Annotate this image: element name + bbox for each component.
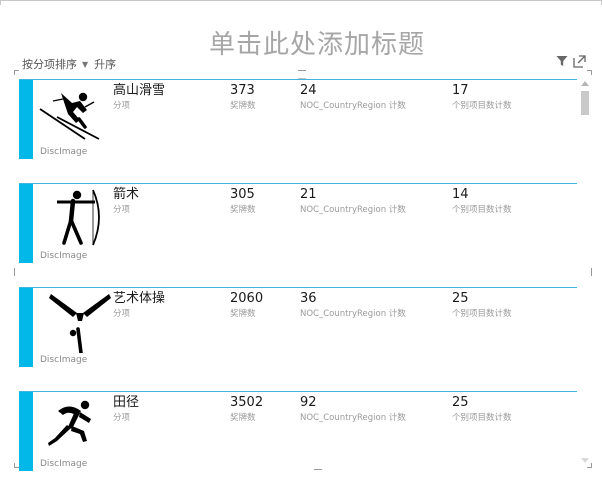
discipline-value: 田径 [113, 395, 140, 410]
disc-image-label: DiscImage [40, 459, 88, 469]
athletics-icon [48, 400, 91, 446]
scroll-up-arrow-icon[interactable] [581, 81, 589, 86]
noc-count-field: 92 NOC_CountryRegion 计数 [300, 395, 406, 424]
noc-count-field: 24 NOC_CountryRegion 计数 [300, 83, 406, 112]
events-value: 14 [452, 187, 469, 202]
noc-count-value: 21 [300, 187, 317, 202]
discipline-field: 箭术 分项 [113, 187, 139, 216]
events-label: 个别项目数计数 [452, 309, 512, 319]
scroll-thumb[interactable] [581, 91, 589, 115]
medals-value: 2060 [230, 291, 264, 306]
resize-handle-top[interactable] [298, 70, 306, 71]
card-row[interactable]: DiscImage 艺术体操 分项 2060 奖牌数 36 NOC_Countr… [19, 287, 577, 367]
medals-label: 奖牌数 [230, 413, 256, 423]
events-field: 25 个别项目数计数 [452, 395, 512, 424]
events-field: 25 个别项目数计数 [452, 291, 512, 320]
events-value: 25 [452, 395, 469, 410]
noc-count-value: 24 [300, 83, 317, 98]
discipline-label: 分项 [113, 309, 131, 319]
card-accent-bar [19, 288, 33, 367]
window-top-border [0, 0, 602, 5]
discipline-value: 箭术 [113, 187, 140, 202]
medals-field: 305 奖牌数 [230, 187, 256, 216]
noc-count-label: NOC_CountryRegion 计数 [300, 309, 406, 319]
resize-handle-left[interactable] [14, 268, 15, 276]
discipline-label: 分项 [113, 413, 131, 423]
events-field: 17 个别项目数计数 [452, 83, 512, 112]
noc-count-label: NOC_CountryRegion 计数 [300, 101, 406, 111]
disc-image-label: DiscImage [40, 355, 88, 365]
disc-image-label: DiscImage [40, 147, 88, 157]
discipline-field: 田径 分项 [113, 395, 139, 424]
sort-order-label[interactable]: 升序 [94, 56, 116, 72]
card-divider [19, 287, 577, 288]
card-row[interactable]: DiscImage 田径 分项 3502 奖牌数 92 NOC_CountryR… [19, 391, 577, 471]
medals-label: 奖牌数 [230, 205, 256, 215]
noc-count-label: NOC_CountryRegion 计数 [300, 413, 406, 423]
medals-label: 奖牌数 [230, 309, 256, 319]
medals-field: 3502 奖牌数 [230, 395, 263, 424]
medals-value: 305 [230, 187, 255, 202]
medals-field: 373 奖牌数 [230, 83, 256, 112]
vertical-scrollbar[interactable] [580, 78, 590, 466]
card-row[interactable]: DiscImage 箭术 分项 305 奖牌数 21 NOC_CountryRe… [19, 183, 577, 263]
filter-icon[interactable] [556, 55, 568, 67]
medals-label: 奖牌数 [230, 101, 256, 111]
noc-count-label: NOC_CountryRegion 计数 [300, 205, 406, 215]
scroll-down-arrow-icon[interactable] [581, 458, 589, 463]
card-row[interactable]: DiscImage 高山滑雪 分项 373 奖牌数 24 NOC_Country… [19, 79, 577, 159]
archery-icon [57, 189, 100, 246]
alpine-skiing-icon [39, 92, 100, 140]
disc-image-label: DiscImage [40, 251, 88, 261]
card-accent-bar [19, 184, 33, 263]
discipline-value: 艺术体操 [113, 291, 166, 306]
medals-field: 2060 奖牌数 [230, 291, 263, 320]
discipline-field: 高山滑雪 分项 [113, 83, 165, 112]
noc-count-value: 92 [300, 395, 317, 410]
artistic-gymnastics-icon [49, 294, 111, 353]
sort-control[interactable]: 按分项排序 ▼ 升序 [22, 56, 116, 72]
events-field: 14 个别项目数计数 [452, 187, 512, 216]
medals-value: 3502 [230, 395, 264, 410]
discipline-value: 高山滑雪 [113, 83, 166, 98]
card-accent-bar [19, 392, 33, 471]
resize-handle-top-right[interactable] [587, 70, 592, 75]
card-accent-bar [19, 80, 33, 159]
card-divider [19, 79, 577, 80]
resize-handle-top-left[interactable] [14, 70, 19, 75]
resize-handle-right[interactable] [591, 268, 592, 276]
discipline-field: 艺术体操 分项 [113, 291, 165, 320]
discipline-label: 分项 [113, 205, 131, 215]
noc-count-value: 36 [300, 291, 317, 306]
events-value: 25 [452, 291, 469, 306]
discipline-label: 分项 [113, 101, 131, 111]
sort-field-label[interactable]: 按分项排序 [22, 56, 77, 72]
focus-mode-icon[interactable] [573, 55, 586, 68]
events-label: 个别项目数计数 [452, 101, 512, 111]
chevron-down-icon[interactable]: ▼ [82, 60, 88, 69]
events-value: 17 [452, 83, 469, 98]
card-divider [19, 183, 577, 184]
events-label: 个别项目数计数 [452, 205, 512, 215]
card-divider [19, 391, 577, 392]
noc-count-field: 36 NOC_CountryRegion 计数 [300, 291, 406, 320]
medals-value: 373 [230, 83, 255, 98]
noc-count-field: 21 NOC_CountryRegion 计数 [300, 187, 406, 216]
events-label: 个别项目数计数 [452, 413, 512, 423]
